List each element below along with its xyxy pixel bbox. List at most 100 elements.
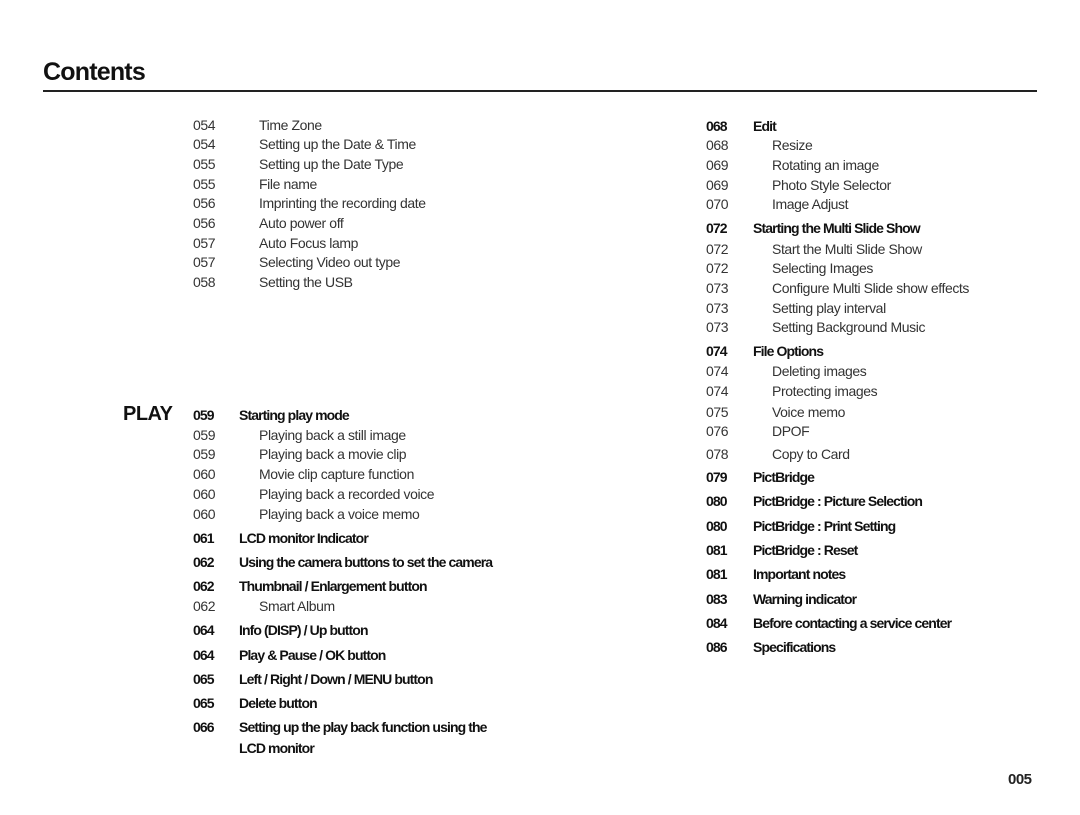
toc-entry[interactable]: 080 PictBridge : Print Setting bbox=[706, 516, 1046, 536]
toc-entry-title: Before contacting a service center bbox=[753, 615, 952, 631]
toc-entry-title: Selecting Video out type bbox=[259, 254, 401, 270]
toc-entry[interactable]: 057 Auto Focus lamp bbox=[193, 233, 533, 253]
toc-entry[interactable]: 059 Starting play mode bbox=[193, 405, 533, 425]
toc-entry[interactable]: 079 PictBridge bbox=[706, 467, 1046, 487]
toc-entry-title: Selecting Images bbox=[772, 260, 873, 276]
toc-entry[interactable]: 072 Starting the Multi Slide Show bbox=[706, 218, 1046, 238]
toc-page-number: 057 bbox=[193, 235, 216, 251]
toc-page-number: 073 bbox=[706, 319, 729, 335]
toc-entry[interactable]: 065 Delete button bbox=[193, 693, 533, 713]
toc-entry[interactable]: 061 LCD monitor Indicator bbox=[193, 528, 533, 548]
toc-page-number: 074 bbox=[706, 363, 729, 379]
toc-entry[interactable]: 054 Time Zone bbox=[193, 115, 533, 135]
toc-page-number: 056 bbox=[193, 215, 216, 231]
toc-entry[interactable]: 057 Selecting Video out type bbox=[193, 252, 533, 272]
toc-entry[interactable]: 064 Play & Pause / OK button bbox=[193, 645, 533, 665]
toc-page-number: 054 bbox=[193, 136, 216, 152]
toc-entry[interactable]: 060 Playing back a recorded voice bbox=[193, 484, 533, 504]
toc-entry-title: Smart Album bbox=[259, 598, 335, 614]
toc-entry-title: Copy to Card bbox=[772, 446, 850, 462]
toc-entry-title: Setting play interval bbox=[772, 300, 886, 316]
toc-entry[interactable]: 072 Start the Multi Slide Show bbox=[706, 239, 1046, 259]
toc-entry[interactable]: 075 Voice memo bbox=[706, 402, 1046, 422]
toc-entry[interactable]: 058 Setting the USB bbox=[193, 272, 533, 292]
toc-page-number: 059 bbox=[193, 427, 216, 443]
toc-page-number: 069 bbox=[706, 177, 729, 193]
toc-entry[interactable]: 059 Playing back a movie clip bbox=[193, 444, 533, 464]
toc-entry[interactable]: 069 Rotating an image bbox=[706, 155, 1046, 175]
toc-page-number: 080 bbox=[706, 518, 728, 534]
toc-entry[interactable]: 062 Using the camera buttons to set the c… bbox=[193, 552, 533, 572]
toc-entry[interactable]: 074 Protecting images bbox=[706, 381, 1046, 401]
toc-entry-title: Time Zone bbox=[259, 117, 322, 133]
toc-entry-title: Playing back a voice memo bbox=[259, 506, 420, 522]
toc-entry[interactable]: 054 Setting up the Date & Time bbox=[193, 134, 533, 154]
toc-page-number: 062 bbox=[193, 598, 216, 614]
toc-entry-title: Deleting images bbox=[772, 363, 867, 379]
toc-entry[interactable]: 073 Configure Multi Slide show effects bbox=[706, 278, 1046, 298]
toc-entry[interactable]: 060 Movie clip capture function bbox=[193, 464, 533, 484]
toc-page-number: 084 bbox=[706, 615, 728, 631]
toc-entry-title: LCD monitor bbox=[239, 740, 315, 756]
toc-entry-title: Using the camera buttons to set the came… bbox=[239, 554, 493, 570]
toc-entry-title: Protecting images bbox=[772, 383, 878, 399]
toc-entry[interactable]: 055 Setting up the Date Type bbox=[193, 154, 533, 174]
toc-page-number: 072 bbox=[706, 241, 729, 257]
toc-entry-title: Specifications bbox=[753, 639, 836, 655]
toc-entry-title: Movie clip capture function bbox=[259, 466, 414, 482]
toc-entry[interactable]: 070 Image Adjust bbox=[706, 194, 1046, 214]
toc-page-number: 065 bbox=[193, 671, 215, 687]
toc-page-number: 079 bbox=[706, 469, 728, 485]
toc-entry[interactable]: 065 Left / Right / Down / MENU button bbox=[193, 669, 533, 689]
toc-entry[interactable]: 072 Selecting Images bbox=[706, 258, 1046, 278]
toc-entry-title: Starting play mode bbox=[239, 407, 350, 423]
toc-entry[interactable]: 073 Setting play interval bbox=[706, 298, 1046, 318]
toc-entry[interactable]: 074 Deleting images bbox=[706, 361, 1046, 381]
toc-page-number: 072 bbox=[706, 260, 729, 276]
toc-entry[interactable]: 081 Important notes bbox=[706, 564, 1046, 584]
toc-entry[interactable]: 060 Playing back a voice memo bbox=[193, 504, 533, 524]
toc-entry-title: Setting Background Music bbox=[772, 319, 926, 335]
toc-entry[interactable]: 059 Playing back a still image bbox=[193, 425, 533, 445]
toc-page-number: 074 bbox=[706, 343, 728, 359]
toc-entry-title: DPOF bbox=[772, 423, 810, 439]
toc-entry-title: Playing back a recorded voice bbox=[259, 486, 435, 502]
toc-entry[interactable]: 068 Resize bbox=[706, 135, 1046, 155]
toc-entry[interactable]: 062 Thumbnail / Enlargement button bbox=[193, 576, 533, 596]
toc-entry[interactable]: LCD monitor bbox=[193, 738, 533, 758]
toc-page-number: 083 bbox=[706, 591, 728, 607]
toc-page-number: 073 bbox=[706, 280, 729, 296]
toc-entry[interactable]: 080 PictBridge : Picture Selection bbox=[706, 491, 1046, 511]
toc-entry[interactable]: 056 Auto power off bbox=[193, 213, 533, 233]
toc-entry[interactable]: 078 Copy to Card bbox=[706, 444, 1046, 464]
toc-entry[interactable]: 073 Setting Background Music bbox=[706, 317, 1046, 337]
toc-entry[interactable]: 062 Smart Album bbox=[193, 596, 533, 616]
toc-entry-title: Setting up the Date & Time bbox=[259, 136, 416, 152]
toc-entry[interactable]: 056 Imprinting the recording date bbox=[193, 193, 533, 213]
toc-entry-title: Auto Focus lamp bbox=[259, 235, 359, 251]
toc-entry[interactable]: 076 DPOF bbox=[706, 421, 1046, 441]
toc-entry[interactable]: 083 Warning indicator bbox=[706, 589, 1046, 609]
toc-entry-title: Voice memo bbox=[772, 404, 846, 420]
toc-entry-title: Starting the Multi Slide Show bbox=[753, 220, 921, 236]
toc-entry[interactable]: 084 Before contacting a service center bbox=[706, 613, 1046, 633]
title-rule bbox=[43, 90, 1037, 92]
toc-page-number: 060 bbox=[193, 486, 216, 502]
section-label-play: PLAY bbox=[123, 403, 173, 425]
toc-entry-title: PictBridge bbox=[753, 469, 815, 485]
toc-entry[interactable]: 086 Specifications bbox=[706, 637, 1046, 657]
toc-entry[interactable]: 064 Info (DISP) / Up button bbox=[193, 620, 533, 640]
toc-entry[interactable]: 066 Setting up the play back function usi… bbox=[193, 717, 533, 737]
toc-entry-title: Imprinting the recording date bbox=[259, 195, 426, 211]
toc-page-number: 059 bbox=[193, 446, 216, 462]
toc-entry[interactable]: 081 PictBridge : Reset bbox=[706, 540, 1046, 560]
toc-entry[interactable]: 055 File name bbox=[193, 174, 533, 194]
toc-entry[interactable]: 074 File Options bbox=[706, 341, 1046, 361]
toc-page-number: 074 bbox=[706, 383, 729, 399]
toc-page-number: 068 bbox=[706, 137, 729, 153]
toc-entry[interactable]: 069 Photo Style Selector bbox=[706, 175, 1046, 195]
toc-page-number: 057 bbox=[193, 254, 216, 270]
toc-entry-title: File Options bbox=[753, 343, 824, 359]
toc-entry-title: Resize bbox=[772, 137, 813, 153]
toc-entry[interactable]: 068 Edit bbox=[706, 116, 1046, 136]
